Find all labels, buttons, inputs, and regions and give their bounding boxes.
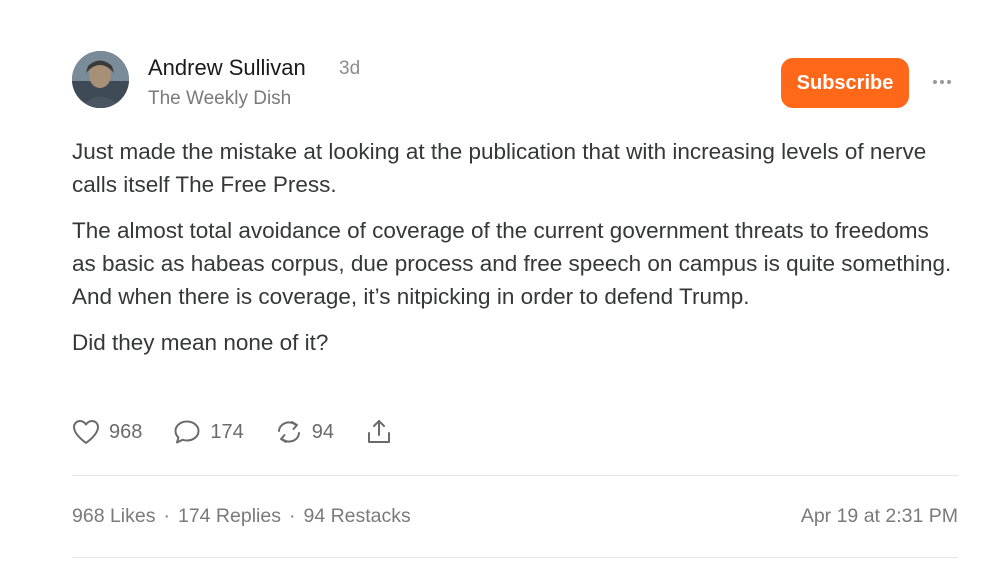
like-button[interactable]: 968 <box>72 419 142 445</box>
separator: · <box>163 505 170 527</box>
engagement-stats: 968 Likes · 174 Replies · 94 Restacks <box>72 505 411 528</box>
share-icon <box>368 420 390 443</box>
separator: · <box>288 505 296 527</box>
replies-link[interactable]: 174 Replies <box>178 505 281 527</box>
post-date: Apr 19 at 2:31 PM <box>800 505 958 527</box>
author-name[interactable]: Andrew Sullivan <box>148 55 306 81</box>
post-timestamp[interactable]: 3d <box>339 58 360 80</box>
divider <box>72 475 958 476</box>
divider <box>72 557 958 558</box>
dot <box>947 80 951 84</box>
post-body: Just made the mistake at looking at the … <box>72 135 952 372</box>
reply-button[interactable]: 174 <box>173 419 244 445</box>
restack-icon <box>277 421 300 443</box>
post-paragraph: The almost total avoidance of coverage o… <box>72 218 952 309</box>
heart-icon <box>73 420 99 444</box>
publication-name[interactable]: The Weekly Dish <box>148 88 291 110</box>
post-paragraph: Did they mean none of it? <box>72 330 329 355</box>
avatar-image <box>72 51 129 108</box>
action-bar: 968 174 94 <box>72 414 424 450</box>
avatar[interactable] <box>72 51 129 108</box>
post-paragraph: Just made the mistake at looking at the … <box>72 139 927 197</box>
reply-count: 174 <box>210 420 244 443</box>
restack-count: 94 <box>311 420 334 443</box>
restacks-link[interactable]: 94 Restacks <box>303 505 410 527</box>
restack-button[interactable]: 94 <box>275 419 334 445</box>
dot <box>940 80 944 84</box>
likes-link[interactable]: 968 Likes <box>72 505 155 527</box>
like-count: 968 <box>109 420 143 443</box>
dot <box>933 80 937 84</box>
share-button[interactable] <box>365 418 393 446</box>
subscribe-button[interactable]: Subscribe <box>781 58 909 108</box>
speech-bubble-icon <box>174 420 200 444</box>
ellipsis-icon[interactable] <box>928 72 956 92</box>
